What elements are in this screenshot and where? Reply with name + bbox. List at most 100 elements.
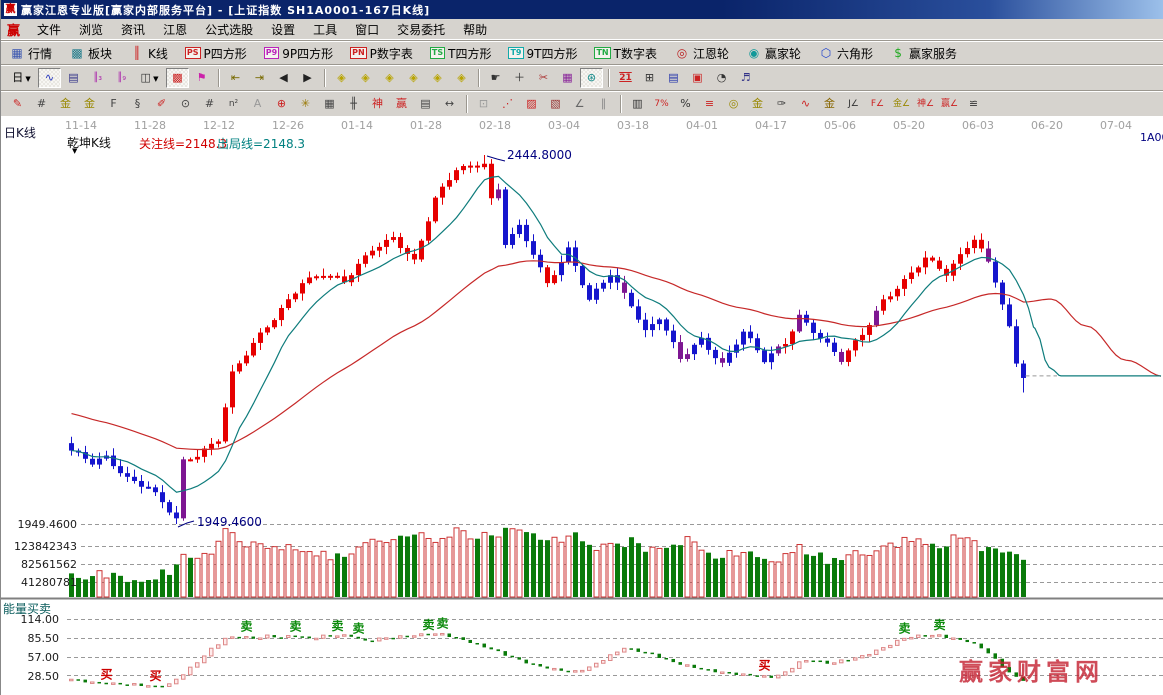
candle-body[interactable] [881, 299, 886, 311]
candle-body[interactable] [720, 358, 725, 363]
candle-body[interactable] [265, 327, 270, 333]
toolbar-item-kline[interactable]: ║ K线 [127, 44, 170, 63]
bar-marks-button[interactable]: ╫ [342, 94, 365, 114]
candle-body[interactable] [762, 350, 767, 363]
candle-body[interactable] [1007, 304, 1012, 327]
diamond-zoom-in-button[interactable]: ◈ [378, 68, 401, 88]
candle-body[interactable] [552, 275, 557, 284]
erase-tool-button[interactable]: ✂ [532, 68, 555, 88]
diamond-expand-button[interactable]: ◈ [354, 68, 377, 88]
circle-cycle-button[interactable]: ⊙ [174, 94, 197, 114]
diamond-compress-button[interactable]: ◈ [330, 68, 353, 88]
candle-body[interactable] [237, 363, 242, 372]
toolbar-item-quotes[interactable]: ▦ 行情 [7, 44, 54, 63]
candle-body[interactable] [993, 261, 998, 283]
candle-body[interactable] [468, 165, 473, 168]
candle-body[interactable] [895, 288, 900, 297]
web-grid-button[interactable]: ▦ [318, 94, 341, 114]
candle-body[interactable] [216, 441, 221, 444]
candle-body[interactable] [244, 355, 249, 364]
trend-tool-button[interactable]: ∿ [38, 68, 61, 88]
candle-body[interactable] [664, 319, 669, 331]
candle-body[interactable] [503, 189, 508, 245]
candle-body[interactable] [965, 248, 970, 255]
w-pattern-button[interactable]: ≌ [962, 94, 985, 114]
candle-body[interactable] [412, 253, 417, 260]
gold-lines-button[interactable]: 金 [746, 94, 769, 114]
candle-body[interactable] [524, 224, 529, 242]
candle-body[interactable] [475, 165, 480, 168]
candle-body[interactable] [888, 296, 893, 300]
candle-body[interactable] [601, 282, 606, 289]
candle-body[interactable] [825, 338, 830, 343]
candle-body[interactable] [811, 322, 816, 333]
candle-body[interactable] [622, 282, 627, 293]
candle-body[interactable] [636, 306, 641, 320]
candle-body[interactable] [440, 186, 445, 198]
candle-body[interactable] [510, 234, 515, 245]
mark-pen-button[interactable]: ✑ [770, 94, 793, 114]
notes-button[interactable]: ▤ [662, 68, 685, 88]
candle-body[interactable] [958, 254, 963, 264]
percent-tool-button[interactable]: % [674, 94, 697, 114]
draw-pen-button[interactable]: ✎ [6, 94, 29, 114]
grid-overlay-button[interactable]: ▦ [556, 68, 579, 88]
candle-body[interactable] [846, 350, 851, 362]
candle-body[interactable] [594, 288, 599, 300]
dropdown-triangle-icon[interactable]: ▼ [72, 147, 77, 155]
candle-body[interactable] [643, 319, 648, 331]
ma9-tool-button[interactable]: ║₉ [110, 68, 133, 88]
diamond-zoom-out-button[interactable]: ◈ [402, 68, 425, 88]
menu-item-help[interactable]: 帮助 [454, 19, 496, 40]
candle-body[interactable] [223, 407, 228, 442]
candle-body[interactable] [153, 487, 158, 493]
period-day-button[interactable]: 日 ▼ [6, 68, 37, 88]
candle-body[interactable] [314, 276, 319, 279]
f-angle-button[interactable]: F∠ [866, 94, 889, 114]
candle-body[interactable] [741, 331, 746, 345]
candle-body[interactable] [832, 342, 837, 352]
candle-body[interactable] [132, 476, 137, 481]
candle-body[interactable] [230, 371, 235, 408]
candle-body[interactable] [174, 512, 179, 519]
star-burst-button[interactable]: ✳ [294, 94, 317, 114]
candle-body[interactable] [769, 353, 774, 363]
candle-body[interactable] [321, 275, 326, 278]
toolbar-item-t-square[interactable]: TS T四方形 [428, 44, 494, 63]
candle-body[interactable] [335, 275, 340, 278]
crosshair-tool-button[interactable]: ＋ [508, 68, 531, 88]
candle-body[interactable] [727, 352, 732, 363]
info-panel-button[interactable]: ▤ [62, 68, 85, 88]
spiral-tool-button[interactable]: § [126, 94, 149, 114]
candle-body[interactable] [909, 272, 914, 280]
candle-body[interactable] [580, 265, 585, 286]
candle-body[interactable] [657, 319, 662, 325]
candle-body[interactable] [713, 349, 718, 359]
chart-area[interactable]: 买买买卖卖卖卖卖卖卖卖 日K线 乾坤K线 ▼ 关注线=2148.3 出局线=21… [1, 116, 1163, 695]
candle-body[interactable] [461, 166, 466, 171]
toolbar-item-t-digit-table[interactable]: TN T数字表 [592, 44, 659, 63]
candle-body[interactable] [972, 239, 977, 249]
candle-body[interactable] [356, 263, 361, 276]
toolbar-item-hexagon[interactable]: ⬡ 六角形 [816, 44, 875, 63]
menu-item-tools[interactable]: 工具 [304, 19, 346, 40]
ruler-123-button[interactable]: ▤ [414, 94, 437, 114]
parallel-lines-button[interactable]: ∥ [592, 94, 615, 114]
gold-grid-2-button[interactable]: 金 [78, 94, 101, 114]
candle-body[interactable] [545, 267, 550, 284]
smart-analysis-button[interactable]: ⊛ [580, 68, 603, 88]
candle-body[interactable] [419, 240, 424, 260]
candle-body[interactable] [146, 486, 151, 489]
candle-body[interactable] [692, 344, 697, 355]
candle-body[interactable] [678, 342, 683, 359]
candle-body[interactable] [629, 292, 634, 307]
gold-circle-button[interactable]: ◎ [722, 94, 745, 114]
jump-last-button[interactable]: ⇥ [248, 68, 271, 88]
fan-lines-2-button[interactable]: ▨ [520, 94, 543, 114]
candle-body[interactable] [454, 170, 459, 181]
candle-body[interactable] [1021, 363, 1026, 378]
candle-body[interactable] [181, 459, 186, 519]
candle-body[interactable] [272, 320, 277, 328]
candle-body[interactable] [559, 262, 564, 276]
menu-item-gann[interactable]: 江恩 [154, 19, 196, 40]
